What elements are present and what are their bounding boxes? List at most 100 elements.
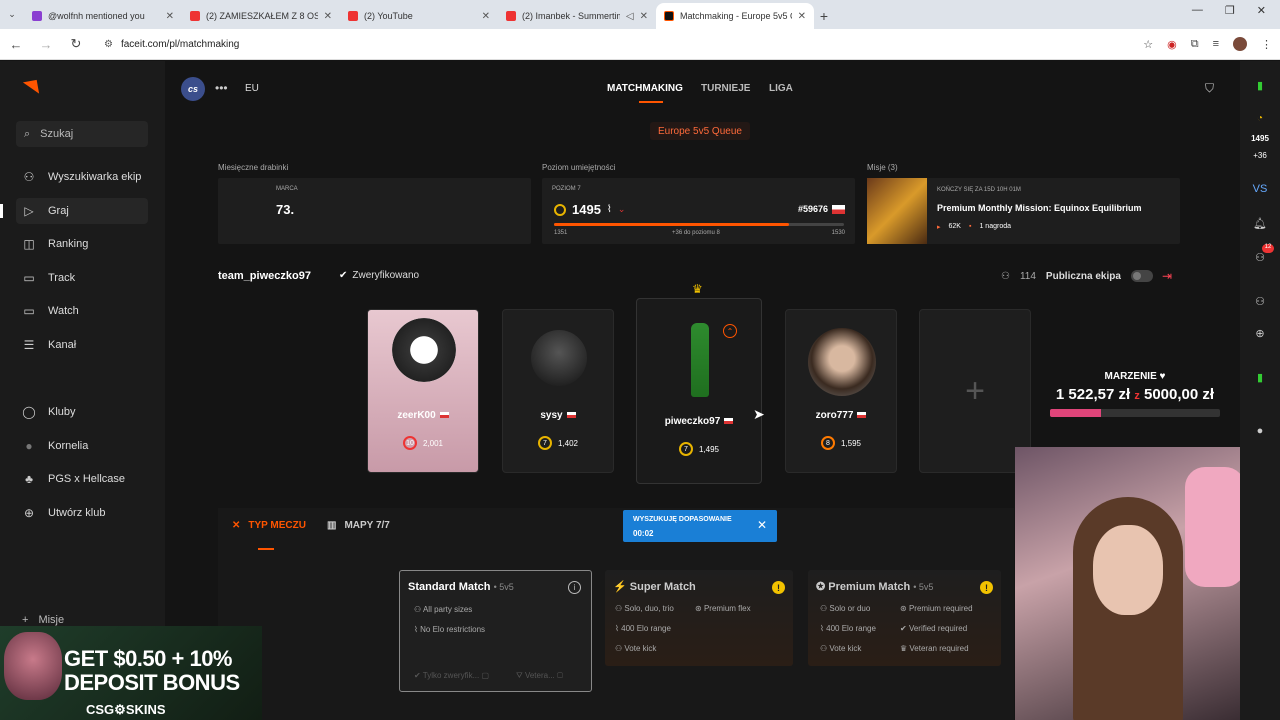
browser-tab[interactable]: @wolfnh mentioned you ✕: [24, 3, 182, 29]
sidebar-item-channel[interactable]: ☰ Kanał: [16, 332, 148, 358]
mission-card[interactable]: KOŃCZY SIĘ ZA 15D 10H 01M Premium Monthl…: [867, 178, 1180, 244]
forward-icon[interactable]: →: [38, 37, 54, 52]
sidebar-item-ranking[interactable]: ◫ Ranking: [16, 231, 148, 257]
level-badge-icon: [554, 203, 566, 216]
faceit-logo-icon[interactable]: [22, 79, 40, 97]
close-tab-icon[interactable]: ✕: [324, 11, 332, 22]
player-card-self[interactable]: ⌃ piweczko97 7 1,495: [636, 298, 762, 484]
player-elo: 7 1,495: [637, 442, 761, 456]
level-badge-icon: 8: [820, 436, 835, 450]
extensions-puzzle-icon[interactable]: ⧉: [1191, 38, 1199, 51]
verified-check-icon: ✔: [339, 270, 348, 281]
mouse-cursor-icon: ➤: [753, 406, 765, 422]
browser-tab[interactable]: (2) YouTube ✕: [340, 3, 498, 29]
groups-icon[interactable]: ⚇: [1240, 295, 1280, 308]
promo-character: [4, 632, 62, 700]
sidebar-item-label: Kornelia: [48, 440, 89, 452]
browser-menu-icon[interactable]: ⋮: [1261, 38, 1272, 51]
bookmark-star-icon[interactable]: ☆: [1143, 38, 1153, 51]
top-navigation: cs ••• EU MATCHMAKING TURNIEJE LIGA ⛉: [165, 61, 1240, 117]
cancel-search-icon[interactable]: ✕: [757, 518, 767, 532]
region-label[interactable]: EU: [245, 83, 259, 94]
close-tab-icon[interactable]: ✕: [640, 11, 648, 22]
tab-search-icon[interactable]: ⌄: [0, 9, 24, 20]
right-rail: ▮ ◔ 1495 +36 VS 🔔︎ ⚇ 12 ⚇ ⊕ ▮ ●: [1240, 61, 1280, 720]
url-field[interactable]: ⚙ faceit.com/pl/matchmaking: [98, 33, 1129, 55]
search-input[interactable]: ⌕ Szukaj: [16, 121, 148, 147]
close-tab-icon[interactable]: ✕: [798, 11, 806, 22]
leave-party-icon[interactable]: ⇥: [1162, 269, 1172, 283]
maximize-icon[interactable]: ❐: [1225, 4, 1235, 17]
site-info-icon[interactable]: ⚙: [104, 39, 113, 50]
tab-match-type[interactable]: ✕ TYP MECZU: [232, 520, 306, 531]
tab-label: MAPY 7/7: [344, 520, 390, 531]
close-window-icon[interactable]: ✕: [1257, 4, 1266, 17]
sidebar-item-track[interactable]: ▭ Track: [16, 265, 148, 291]
close-tab-icon[interactable]: ✕: [166, 11, 174, 22]
sidebar-item-play[interactable]: ▷ Graj: [16, 198, 148, 224]
tab-maps[interactable]: ▥ MAPY 7/7: [327, 520, 390, 531]
feature: ⚇ Solo, duo, trio: [615, 604, 674, 613]
verified-only-option[interactable]: ✔ Tylko zweryfik... ▢: [414, 671, 489, 680]
browser-tab[interactable]: (2) Imanbek - Summertime ◁ ✕: [498, 3, 656, 29]
friend-avatar[interactable]: ●: [1240, 425, 1280, 437]
monthly-ladder-card[interactable]: MARCA 73.: [218, 178, 531, 244]
minimize-icon[interactable]: —: [1192, 4, 1203, 17]
super-match-card[interactable]: ⚡ Super Match ! ⚇ Solo, duo, trio ⊛ Prem…: [605, 570, 793, 666]
browser-tab-active[interactable]: Matchmaking - Europe 5v5 Que ✕: [656, 3, 814, 29]
sidebar-item-club-kornelia[interactable]: ● Kornelia: [16, 433, 148, 459]
browser-tab[interactable]: (2) ZAMIESZKAŁEM Z 8 OSOBO ✕: [182, 3, 340, 29]
sidebar-item-label: Utwórz klub: [48, 507, 106, 519]
sidebar-item-clubs[interactable]: ◯ Kluby: [16, 399, 148, 425]
add-friend-icon[interactable]: ⊕: [1240, 327, 1280, 340]
club-avatar-icon: ●: [25, 439, 33, 453]
search-placeholder: Szukaj: [40, 128, 74, 140]
tab-active-underline: [639, 101, 663, 103]
profile-avatar[interactable]: [1233, 37, 1247, 51]
range-hint: +36 do poziomu 8: [672, 230, 720, 236]
skill-level-card[interactable]: POZIOM 7 1495 ⌇ ⌄ #59676 1351 +36 do poz…: [542, 178, 855, 244]
player-card[interactable]: zeerK00 10 2,001: [367, 309, 479, 473]
media-control-icon[interactable]: ≡: [1213, 38, 1219, 50]
sidebar-item-create-club[interactable]: ⊕ Utwórz klub: [16, 500, 148, 526]
address-bar-row: ← → ↻ ⚙ faceit.com/pl/matchmaking ☆ ◉ ⧉ …: [0, 29, 1280, 60]
extension-icon[interactable]: ◉: [1167, 38, 1177, 51]
player-avatar: [691, 323, 709, 397]
close-tab-icon[interactable]: ✕: [482, 11, 490, 22]
standard-match-card[interactable]: Standard Match • 5v5 i ⚇ All party sizes…: [399, 570, 592, 692]
new-tab-button[interactable]: +: [814, 3, 834, 29]
back-icon[interactable]: ←: [8, 37, 24, 52]
game-selector-cs2[interactable]: cs: [181, 77, 205, 101]
match-title: Standard Match: [408, 581, 491, 593]
veteran-option[interactable]: ⛛ Vetera... ▢: [516, 671, 563, 681]
notifications-icon[interactable]: 🔔︎: [1240, 217, 1280, 230]
versus-icon[interactable]: VS: [1240, 183, 1280, 195]
public-party-toggle[interactable]: [1130, 270, 1153, 282]
player-card[interactable]: sysy 7 1,402: [502, 309, 614, 473]
friends-icon[interactable]: ⚇: [1240, 251, 1280, 264]
more-games-icon[interactable]: •••: [215, 81, 228, 95]
tab-matchmaking[interactable]: MATCHMAKING: [607, 83, 683, 94]
feature: ⚇ Vote kick: [820, 644, 862, 653]
sidebar-item-club-pgs[interactable]: ♣ PGS x Hellcase: [16, 466, 148, 492]
profile-avatar-icon[interactable]: ▮: [1240, 79, 1280, 92]
sidebar-item-label: Ranking: [48, 238, 89, 250]
sidebar-item-watch[interactable]: ▭ Watch: [16, 298, 148, 324]
tab-tournaments[interactable]: TURNIEJE: [701, 83, 750, 94]
promo-banner[interactable]: GET $0.50 + 10% DEPOSIT BONUS CSG⚙SKINS: [0, 626, 262, 720]
player-card[interactable]: zoro777 8 1,595: [785, 309, 897, 473]
sidebar-item-team-finder[interactable]: ⚇ Wyszukiwarka ekip: [16, 164, 148, 190]
reload-icon[interactable]: ↻: [68, 36, 84, 52]
tab-league[interactable]: LIGA: [769, 83, 793, 94]
public-party-control: ⚇ 114 Publiczna ekipa: [1001, 270, 1153, 282]
friend-avatar[interactable]: ▮: [1240, 371, 1280, 384]
skill-level-text: POZIOM 7: [552, 186, 581, 192]
info-icon[interactable]: i: [568, 581, 581, 594]
premium-match-card[interactable]: ✪ Premium Match • 5v5 ! ⚇ Solo or duo ⊛ …: [808, 570, 1001, 666]
mute-tab-icon[interactable]: ◁: [626, 11, 634, 22]
sidebar-item-label: Track: [48, 272, 76, 284]
shield-icon[interactable]: ⛉: [1205, 81, 1214, 96]
ranking-icon: ◫: [23, 237, 35, 251]
queue-selector[interactable]: Europe 5v5 Queue: [650, 122, 750, 140]
sidebar-item-missions[interactable]: + Misje: [22, 614, 64, 626]
